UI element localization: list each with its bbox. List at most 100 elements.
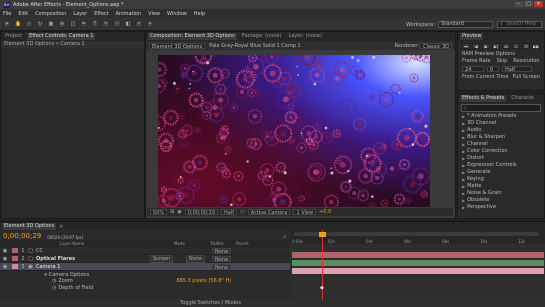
zoom-value[interactable]: 885.3 pixels (56.8° H) — [176, 278, 231, 285]
tab-effects-presets[interactable]: Effects & Presets — [460, 95, 507, 102]
layer-name[interactable]: CC — [36, 248, 150, 254]
help-search-input[interactable]: ⌕ Search Help — [497, 21, 542, 28]
depth-of-field-property[interactable]: ◷ Depth of Field — [0, 285, 290, 292]
brush-tool-icon[interactable]: ✎ — [102, 20, 110, 28]
clone-stamp-icon[interactable]: ⚇ — [113, 20, 121, 28]
menu-effect[interactable]: Effect — [94, 11, 108, 17]
ram-preview-icon[interactable]: ▶▶ — [532, 43, 540, 49]
timeline-timecode[interactable]: 0;00;00;29 — [3, 232, 41, 240]
menu-edit[interactable]: Edit — [18, 11, 28, 17]
first-frame-icon[interactable]: ⏮ — [462, 43, 470, 49]
eye-icon[interactable]: ◉ — [0, 248, 10, 254]
grid-icon[interactable]: ⊞ — [170, 209, 174, 215]
zoom-property[interactable]: ◷ Zoom 885.3 pixels (56.8° H) — [0, 278, 290, 285]
roto-brush-icon[interactable]: ✐ — [135, 20, 143, 28]
zoom-tool-icon[interactable]: ⌕ — [25, 20, 33, 28]
layer-bar[interactable] — [292, 260, 544, 266]
trkmat-select[interactable]: None — [186, 254, 206, 263]
type-tool-icon[interactable]: T — [91, 20, 99, 28]
layer-bar[interactable] — [292, 268, 544, 274]
skip-input[interactable]: 0 — [487, 66, 499, 73]
list-item[interactable]: ▶ Matte — [458, 183, 544, 190]
puppet-pin-icon[interactable]: ✦ — [146, 20, 154, 28]
menu-window[interactable]: Window — [167, 11, 187, 17]
tab-footage[interactable]: Footage: (none) — [240, 33, 284, 40]
resolution-select-preview[interactable]: Half — [502, 66, 532, 73]
region-icon[interactable]: ▭ — [240, 209, 245, 215]
tab-composition[interactable]: Composition: Element 3D Options — [148, 33, 237, 40]
layer-name[interactable]: Optical Flares — [36, 256, 150, 262]
list-item[interactable]: ▶ Channel — [458, 141, 544, 148]
maximize-button[interactable]: □ — [524, 1, 533, 7]
pen-tool-icon[interactable]: ✒ — [80, 20, 88, 28]
list-item[interactable]: ▶ Obsolete — [458, 197, 544, 204]
frame-rate-select[interactable]: 24 — [462, 66, 484, 73]
column-trkmat[interactable]: TrkMat — [210, 241, 236, 246]
eye-icon[interactable]: ◉ — [0, 256, 10, 262]
list-item[interactable]: ▶ Perspective — [458, 204, 544, 211]
eraser-icon[interactable]: ◧ — [124, 20, 132, 28]
composition-viewer[interactable] — [158, 55, 430, 207]
menu-animation[interactable]: Animation — [116, 11, 142, 17]
time-ruler[interactable]: 0:00s 02s 04s 06s 08s 10s 12s — [290, 230, 545, 244]
tab-preview[interactable]: Preview — [460, 33, 484, 40]
last-frame-icon[interactable]: ⏭ — [502, 43, 510, 49]
tab-layer[interactable]: Layer: (none) — [286, 33, 324, 40]
list-item[interactable]: ▶ Expression Controls — [458, 162, 544, 169]
resolution-select[interactable]: Half — [221, 209, 238, 216]
tab-project[interactable]: Project — [3, 33, 24, 40]
comp-tab-chip[interactable]: Element 3D Options — [149, 42, 206, 50]
toggle-switches-modes[interactable]: Toggle Switches / Modes — [180, 300, 241, 307]
list-item[interactable]: ▶ Distort — [458, 155, 544, 162]
parent-select[interactable]: None — [212, 263, 232, 271]
camera-tool-icon[interactable]: ▣ — [47, 20, 55, 28]
column-parent[interactable]: Parent — [236, 241, 249, 246]
playhead[interactable] — [322, 230, 323, 307]
list-item[interactable]: ▶ Audio — [458, 127, 544, 134]
workspace-select[interactable]: Standard — [438, 21, 493, 28]
rectangle-tool-icon[interactable]: □ — [69, 20, 77, 28]
menu-help[interactable]: Help — [194, 11, 205, 17]
mode-select[interactable]: Screen — [150, 254, 174, 263]
list-item[interactable]: ▶ Blur & Sharpen — [458, 134, 544, 141]
table-row[interactable]: ◉ 1 □ CC None — [0, 247, 290, 255]
menu-file[interactable]: File — [3, 11, 11, 17]
layer-name[interactable]: Camera 1 — [36, 264, 150, 270]
playhead-handle[interactable] — [319, 232, 326, 237]
list-item[interactable]: ▶ Noise & Grain — [458, 190, 544, 197]
selection-tool-icon[interactable]: ➤ — [3, 20, 11, 28]
column-layer-name[interactable]: Layer Name — [60, 241, 174, 246]
tab-character[interactable]: Characte — [509, 95, 536, 102]
play-icon[interactable]: ▶ — [482, 43, 490, 49]
list-item[interactable]: ▶ * Animation Presets — [458, 113, 544, 120]
list-item[interactable]: ▶ Keying — [458, 176, 544, 183]
next-frame-icon[interactable]: ▶| — [492, 43, 500, 49]
menu-composition[interactable]: Composition — [35, 11, 66, 17]
audio-icon[interactable]: ♪ — [512, 43, 520, 49]
column-mode[interactable]: Mode — [174, 241, 210, 246]
list-item[interactable]: ▶ 3D Channel — [458, 120, 544, 127]
parent-select[interactable]: None — [212, 247, 232, 255]
effects-search-input[interactable]: ⌕ — [461, 104, 541, 112]
table-row[interactable]: ◉ 3 ▣ Camera 1 None — [0, 263, 290, 271]
view-select[interactable]: Active Camera — [247, 209, 291, 216]
close-tab-icon[interactable]: ✕ — [59, 224, 63, 230]
list-item[interactable]: ▶ Generate — [458, 169, 544, 176]
snapshot-icon[interactable]: ◉ — [177, 209, 181, 215]
ram-preview-options[interactable]: RAM Preview Options — [458, 51, 544, 58]
current-time[interactable]: 0;00;00;29 — [184, 209, 219, 216]
camera-options-group[interactable]: ▼ Camera Options — [0, 271, 290, 278]
exposure-value[interactable]: +0.0 — [319, 209, 331, 215]
table-row[interactable]: ◉ 2 □ Optical Flares Screen None None — [0, 254, 290, 263]
tab-timeline[interactable]: Element 3D Options — [2, 223, 57, 230]
zoom-select[interactable]: 50% — [150, 209, 168, 216]
keyframe-icon[interactable]: ◆ — [320, 285, 324, 291]
rotate-tool-icon[interactable]: ↻ — [36, 20, 44, 28]
eye-icon[interactable]: ◉ — [0, 264, 10, 270]
loop-icon[interactable]: ↺ — [522, 43, 530, 49]
minimize-button[interactable]: – — [514, 1, 523, 7]
menu-layer[interactable]: Layer — [73, 11, 87, 17]
search-icon[interactable]: ⌕ — [283, 234, 286, 240]
list-item[interactable]: ▶ Color Correction — [458, 148, 544, 155]
tab-effect-controls[interactable]: Effect Controls: Camera 1 — [27, 33, 96, 40]
